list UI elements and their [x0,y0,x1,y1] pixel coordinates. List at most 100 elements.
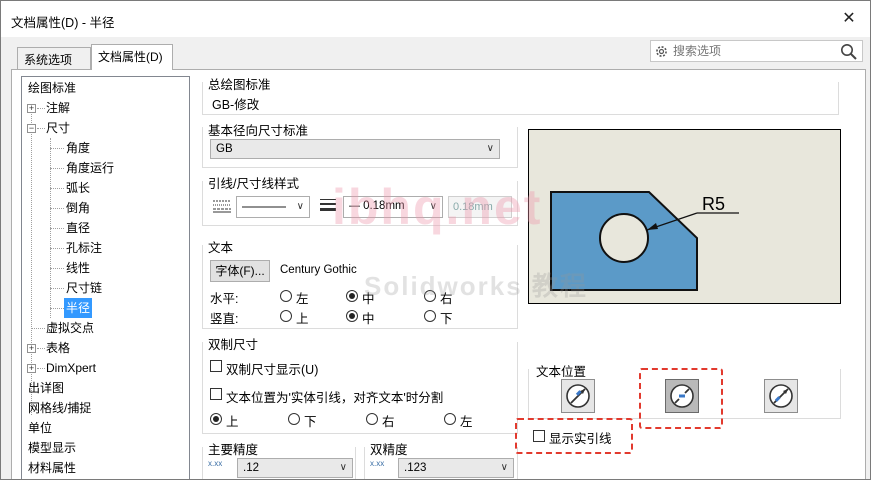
tab-document-properties[interactable]: 文档属性(D) [91,44,173,70]
solid-line-swatch [242,206,286,208]
leader-style-title: 引线/尺寸线样式 [208,173,299,192]
tree-item-units[interactable]: 单位 [28,418,52,438]
tree-item-hole-callout[interactable]: 孔标注 [66,238,102,258]
dual-right-radio[interactable] [366,413,378,425]
dual-top-radio[interactable] [210,413,222,425]
dual-precision-value: .123 [404,462,427,474]
tree-item-radius[interactable]: 半径 [64,298,93,318]
tab-system-options[interactable]: 系统选项(S) [17,47,91,82]
primary-precision-value: .12 [243,462,259,474]
text-group [202,245,518,329]
tree-item-chamfer[interactable]: 倒角 [66,198,90,218]
line-thickness-select[interactable]: — 0.18mm ∨ [343,196,443,218]
tree-item-ordinate[interactable]: 尺寸链 [66,278,102,298]
tree-item-virtual-sharps[interactable]: 虚拟交点 [46,318,94,338]
overall-standard-value: GB-修改 [212,98,260,112]
tree-connector [31,328,45,329]
dual-left-radio[interactable] [444,413,456,425]
highlight-marker [639,368,723,429]
search-icon[interactable] [840,43,858,61]
title-bar: 文档属性(D) - 半径 ✕ [1,1,870,37]
vertical-bottom-radio[interactable] [424,310,436,322]
tree-item-arc-length[interactable]: 弧长 [66,178,90,198]
dual-dimensions-title: 双制尺寸 [208,334,259,353]
font-button[interactable]: 字体(F)... [210,260,270,282]
horizontal-left-radio[interactable] [280,290,292,302]
dual-display-label: 双制尺寸显示(U) [226,363,319,377]
dual-right-label: 右 [382,415,395,429]
base-standard-title: 基本径向尺寸标准 [208,120,309,139]
dual-precision-select[interactable]: .123 ∨ [398,458,514,478]
vertical-top-label: 上 [296,312,309,326]
tree-item-angle-running[interactable]: 角度运行 [66,158,114,178]
tree-item-detailing[interactable]: 出详图 [28,378,64,398]
vertical-middle-radio[interactable] [346,310,358,322]
chevron-down-icon: ∨ [339,462,347,473]
search-options-box[interactable] [650,40,863,62]
tree-item-tables[interactable]: 表格 [46,338,70,358]
vertical-label: 竖直: [210,312,239,326]
chevron-down-icon: ∨ [486,143,494,154]
tree-item-angle[interactable]: 角度 [66,138,90,158]
radius-solid-leader-icon [566,384,590,408]
split-text-checkbox[interactable] [210,388,222,400]
search-input[interactable] [673,43,833,59]
tree-connector [50,188,64,189]
horizontal-label: 水平: [210,292,239,306]
tree-connector [37,348,45,349]
horizontal-right-label: 右 [440,292,453,306]
tree-connector [50,308,64,309]
dual-left-label: 左 [460,415,473,429]
text-position-title: 文本位置 [536,361,587,380]
primary-precision-select[interactable]: .12 ∨ [237,458,353,478]
horizontal-right-radio[interactable] [424,290,436,302]
base-standard-select[interactable]: GB ∨ [210,139,500,159]
radius-dimension-text: R5 [702,194,726,214]
primary-precision-title: 主要精度 [208,439,259,458]
dual-display-checkbox[interactable] [210,360,222,372]
highlight-marker [515,418,633,454]
font-name: Century Gothic [280,264,357,276]
tree-item-model-display[interactable]: 模型显示 [28,438,76,458]
expand-plus-icon[interactable]: + [27,364,36,373]
collapse-minus-icon[interactable]: − [27,124,36,133]
line-style-select[interactable]: ∨ [236,196,310,218]
line-style-icon [213,200,231,213]
radius-dimension-drawing [550,191,739,291]
vertical-middle-label: 中 [362,312,375,326]
tree-item-linear[interactable]: 线性 [66,258,90,278]
chevron-down-icon: ∨ [296,201,304,212]
tree-item-diameter[interactable]: 直径 [66,218,90,238]
custom-thickness-input[interactable]: 0.18mm [448,196,512,218]
text-position-solid-leader-button[interactable] [561,379,595,413]
line-thickness-value: 0.18mm [363,200,405,212]
horizontal-center-label: 中 [362,292,375,306]
dual-bottom-radio[interactable] [288,413,300,425]
tree-item-dimxpert[interactable]: DimXpert [46,358,96,378]
close-button[interactable]: ✕ [832,7,866,31]
horizontal-center-radio[interactable] [346,290,358,302]
precision-icon: x.xx [208,459,223,468]
horizontal-left-label: 左 [296,292,309,306]
tree-item-annotations[interactable]: 注解 [46,98,70,118]
tree-connector [37,128,45,129]
gear-icon [656,46,667,57]
tree-item-dimensions[interactable]: 尺寸 [46,118,70,138]
expand-plus-icon[interactable]: + [27,104,36,113]
options-tree: 绘图标准 + 注解 − 尺寸 角度 角度运行 弧长 倒角 直径 孔标注 线性 尺… [21,76,190,479]
properties-panel: 绘图标准 + 注解 − 尺寸 角度 角度运行 弧长 倒角 直径 孔标注 线性 尺… [11,69,866,479]
overall-standard-group [202,82,839,115]
tree-connector [50,208,64,209]
expand-plus-icon[interactable]: + [27,344,36,353]
dual-bottom-label: 下 [304,415,317,429]
tree-connector [50,228,64,229]
text-position-horizontal-leader-button[interactable] [764,379,798,413]
tree-connector [50,168,64,169]
vertical-bottom-label: 下 [440,312,453,326]
vertical-top-radio[interactable] [280,310,292,322]
tree-item-material-properties[interactable]: 材料属性 [28,458,76,478]
line-thickness-icon [320,199,336,211]
tree-item-drafting-standard[interactable]: 绘图标准 [28,78,76,98]
tree-item-grid-snap[interactable]: 网格线/捕捉 [28,398,91,418]
chevron-down-icon: ∨ [429,201,437,212]
